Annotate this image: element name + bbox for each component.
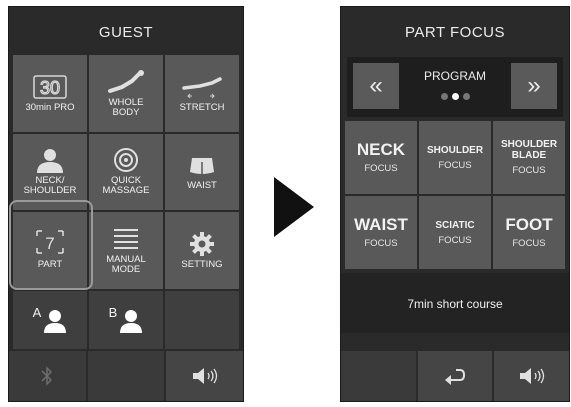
menu-stretch-button[interactable]: STRETCH (165, 55, 239, 132)
program-selector: « PROGRAM » (347, 57, 563, 117)
quick-massage-icon (112, 147, 140, 173)
toolbar-empty-slot (87, 351, 165, 401)
shoulder-blade-focus-button[interactable]: SHOULDER BLADE FOCUS (493, 121, 565, 194)
return-button[interactable] (417, 351, 493, 401)
volume-button[interactable] (494, 351, 569, 401)
focus-sub: FOCUS (512, 238, 546, 249)
menu-30min-pro-button[interactable]: 30 30min PRO (13, 55, 87, 132)
foot-focus-button[interactable]: FOOT FOCUS (493, 196, 565, 269)
focus-name: SHOULDER (426, 144, 484, 156)
volume-icon (519, 368, 544, 384)
page-dot (440, 93, 448, 100)
user-letter: B (108, 305, 118, 320)
waist-icon (186, 152, 218, 178)
menu-whole-body-button[interactable]: WHOLE BODY (89, 55, 163, 132)
shoulder-focus-button[interactable]: SHOULDER FOCUS (419, 121, 491, 194)
neck-shoulder-icon (34, 147, 66, 174)
user-row: A B (13, 291, 239, 349)
focus-name: SHOULDER BLADE (500, 139, 558, 161)
sciatic-focus-button[interactable]: SCIATIC FOCUS (419, 196, 491, 269)
gear-icon (189, 231, 215, 257)
toolbar-empty-slot (341, 351, 416, 401)
program-next-button[interactable]: » (511, 63, 557, 109)
page-dot (462, 93, 470, 100)
focus-grid: NECK FOCUS SHOULDER FOCUS SHOULDER BLADE… (345, 121, 565, 269)
bluetooth-button[interactable] (9, 351, 86, 401)
menu-setting-button[interactable]: SETTING (165, 212, 239, 289)
bottom-toolbar (9, 351, 243, 401)
menu-label: 30min PRO (25, 101, 75, 113)
selected-item-outline (9, 200, 93, 290)
program-label: PROGRAM (423, 69, 486, 83)
menu-label: QUICK MASSAGE (102, 175, 150, 197)
menu-neck-shoulder-button[interactable]: NECK/ SHOULDER (13, 133, 87, 211)
menu-label: NECK/ SHOULDER (23, 175, 77, 197)
user-icon (44, 310, 67, 333)
double-chevron-right-icon: » (527, 72, 541, 99)
part-focus-screen: PART FOCUS « PROGRAM » NECK FOCUS SHOULD… (340, 6, 570, 402)
bottom-toolbar (341, 351, 569, 401)
volume-icon (192, 368, 217, 384)
svg-text:30: 30 (40, 78, 60, 98)
screen-title: PART FOCUS (404, 24, 506, 41)
page-dot-active (451, 93, 459, 100)
menu-label: WHOLE BODY (108, 96, 144, 118)
screen-title: GUEST (98, 24, 154, 41)
user-a-button[interactable]: A (13, 291, 87, 349)
neck-focus-button[interactable]: NECK FOCUS (345, 121, 417, 194)
menu-label: SETTING (181, 259, 223, 271)
user-icon (120, 310, 143, 333)
bluetooth-icon (41, 366, 53, 386)
menu-manual-mode-button[interactable]: MANUAL MODE (89, 212, 163, 289)
return-icon (444, 369, 465, 385)
menu-label: STRETCH (179, 101, 225, 113)
focus-sub: FOCUS (438, 234, 472, 246)
menu-label: WAIST (187, 180, 217, 192)
program-prev-button[interactable]: « (353, 63, 399, 109)
focus-sub: FOCUS (364, 163, 398, 174)
play-arrow-icon (274, 177, 314, 237)
focus-name: FOOT (505, 215, 553, 234)
user-empty-slot (165, 291, 239, 349)
menu-waist-button[interactable]: WAIST (165, 133, 239, 211)
menu-label: MANUAL MODE (106, 254, 146, 276)
focus-sub: FOCUS (364, 238, 398, 249)
user-letter: A (32, 305, 42, 320)
30min-icon: 30 (32, 74, 68, 100)
focus-name: NECK (356, 140, 406, 159)
waist-focus-button[interactable]: WAIST FOCUS (345, 196, 417, 269)
user-b-button[interactable]: B (89, 291, 163, 349)
short-course-button[interactable]: 7min short course (341, 273, 569, 333)
whole-body-icon (106, 69, 146, 95)
focus-sub: FOCUS (438, 159, 472, 171)
focus-name: WAIST (354, 215, 408, 234)
focus-name: SCIATIC (435, 219, 475, 231)
manual-mode-icon (111, 226, 141, 252)
menu-quick-massage-button[interactable]: QUICK MASSAGE (89, 133, 163, 211)
volume-button[interactable] (166, 351, 243, 401)
stretch-icon (180, 74, 224, 100)
focus-sub: FOCUS (512, 165, 546, 176)
